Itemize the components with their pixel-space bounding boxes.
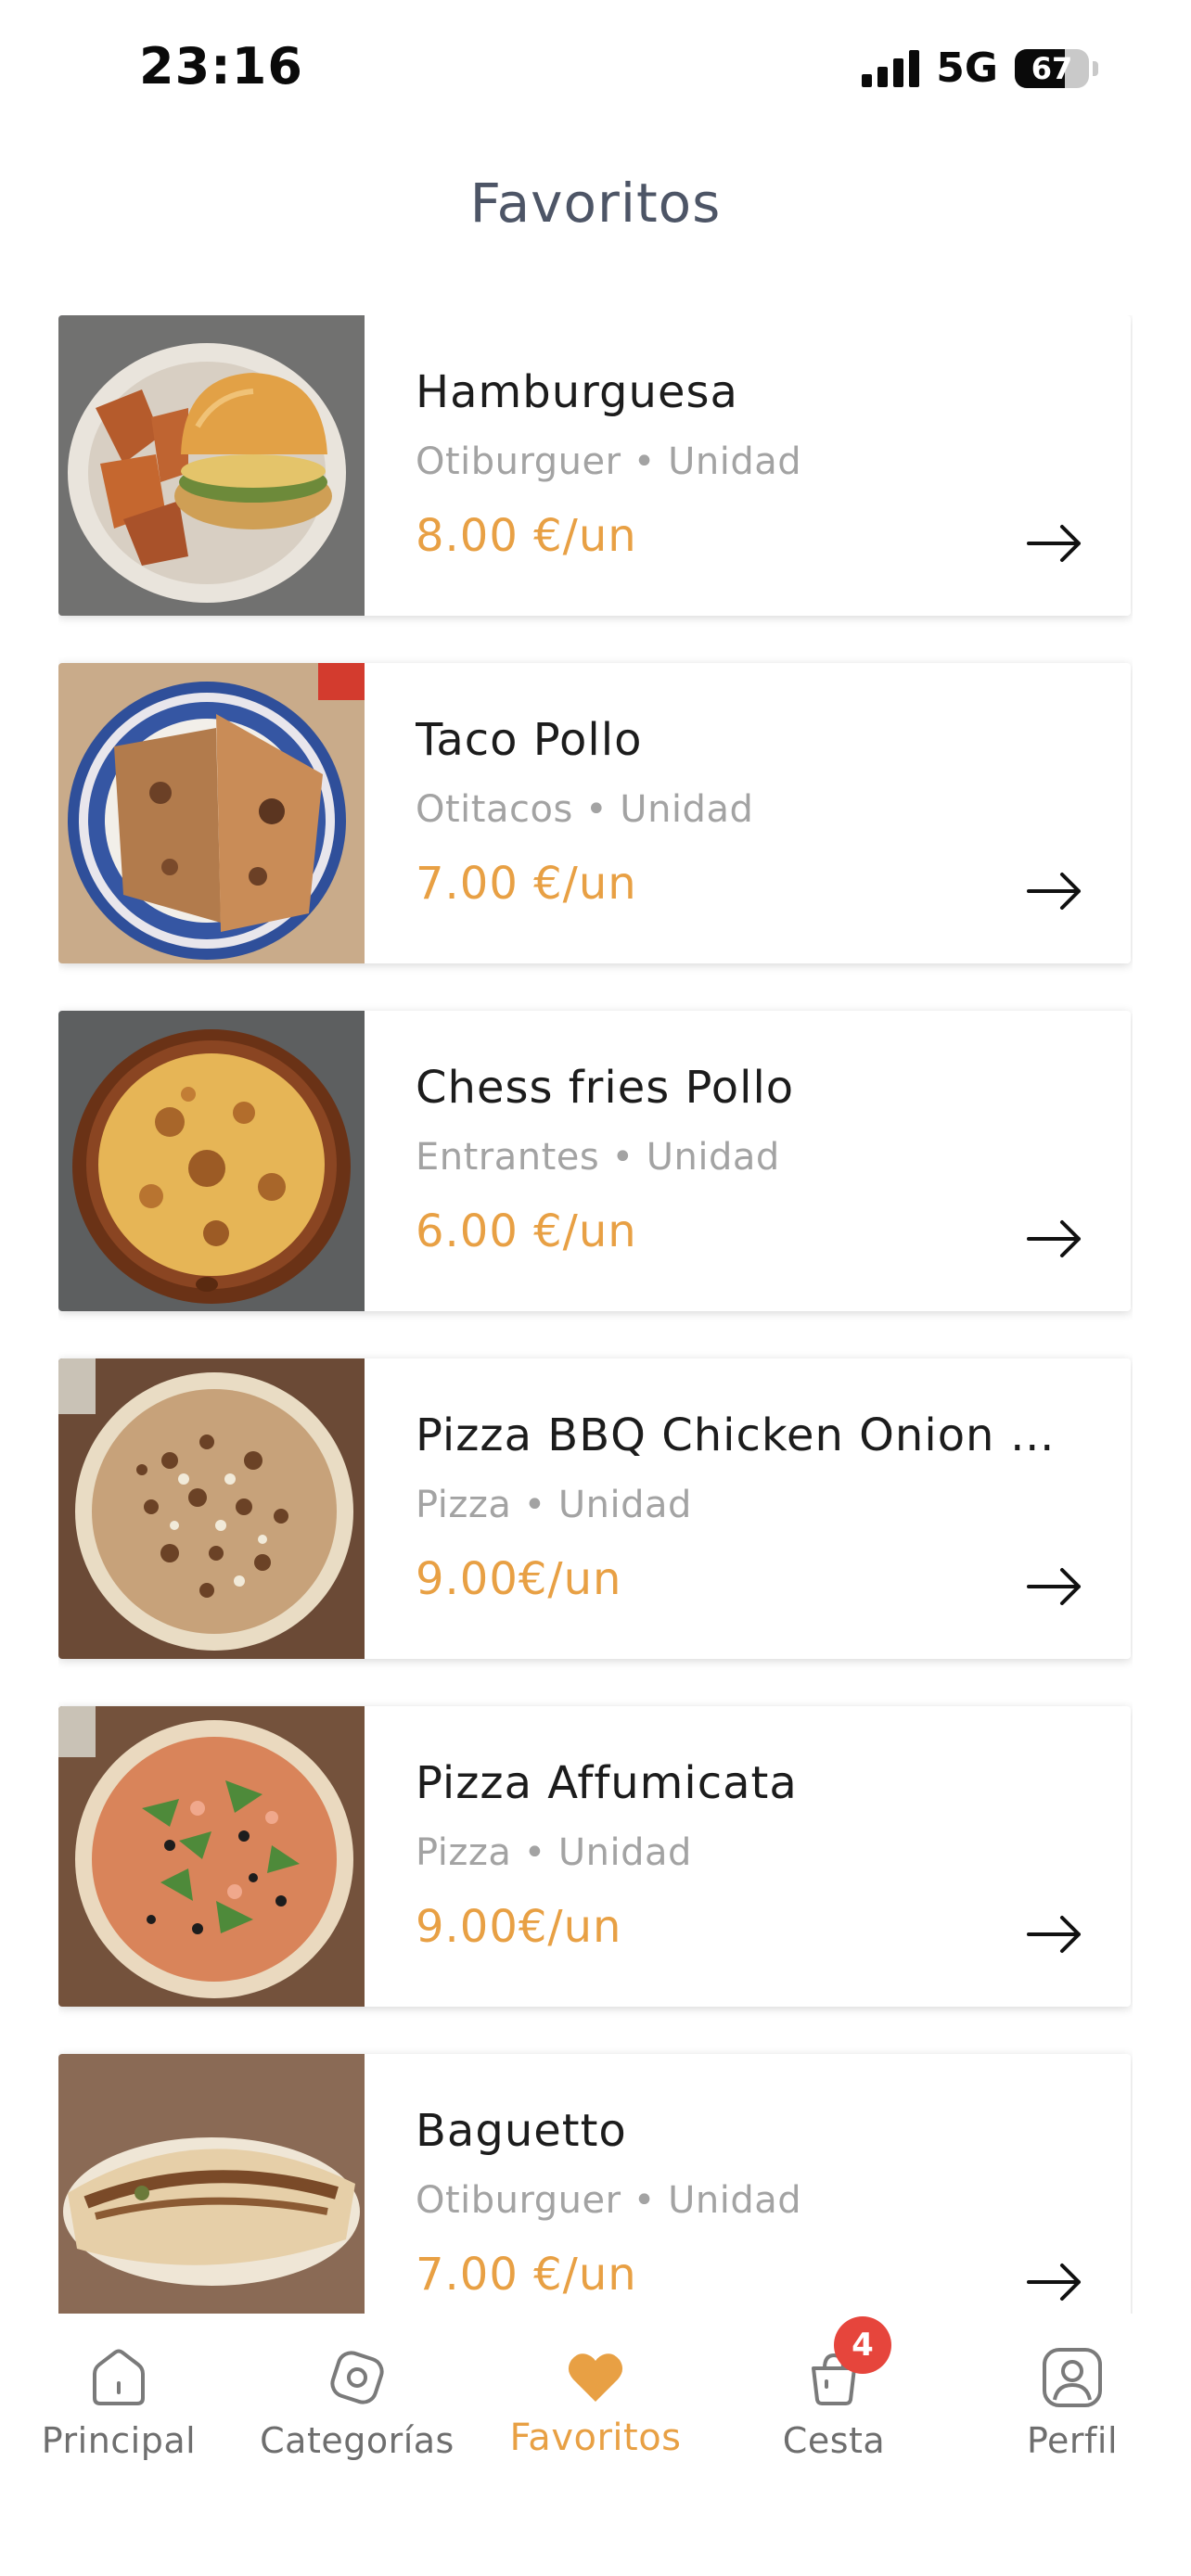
status-bar: 23:16 5G 67 — [0, 0, 1191, 139]
product-price: 9.00€/un — [416, 1553, 622, 1605]
network-type: 5G — [936, 45, 998, 92]
arrow-right-icon[interactable] — [1027, 1219, 1082, 1258]
tab-cesta[interactable]: 4 Cesta — [715, 2316, 953, 2502]
tab-label: Cesta — [782, 2420, 886, 2461]
arrow-right-icon[interactable] — [1027, 1915, 1082, 1954]
product-price: 9.00€/un — [416, 1901, 622, 1953]
home-icon — [93, 2349, 145, 2405]
product-meta: Otitacos • Unidad — [416, 788, 754, 831]
arrow-right-icon[interactable] — [1027, 2263, 1082, 2302]
tab-label: Perfil — [1026, 2420, 1119, 2461]
favorite-card[interactable]: Taco Pollo Otitacos • Unidad 7.00 €/un — [58, 663, 1131, 963]
categories-icon — [330, 2351, 384, 2404]
favorite-card-body: Taco Pollo Otitacos • Unidad 7.00 €/un — [365, 663, 1131, 963]
battery-icon: 67 — [1015, 48, 1089, 88]
battery-percent: 67 — [1031, 50, 1073, 86]
tab-bar: Principal Categorías Favoritos 4 Cesta P… — [0, 2316, 1191, 2576]
status-time: 23:16 — [139, 37, 303, 96]
product-name: Taco Pollo — [416, 714, 643, 766]
heart-icon — [568, 2353, 623, 2402]
product-meta: Pizza • Unidad — [416, 1484, 692, 1526]
favorite-card-body: Baguetto Otiburguer • Unidad 7.00 €/un — [365, 2054, 1131, 2314]
tab-label: Principal — [41, 2420, 197, 2461]
tab-principal[interactable]: Principal — [0, 2316, 237, 2502]
favorite-card[interactable]: Pizza Affumicata Pizza • Unidad 9.00€/un — [58, 1706, 1131, 2007]
product-price: 8.00 €/un — [416, 510, 637, 562]
product-name: Pizza Affumicata — [416, 1757, 798, 1809]
favorite-card[interactable]: Hamburguesa Otiburguer • Unidad 8.00 €/u… — [58, 315, 1131, 616]
product-price: 7.00 €/un — [416, 858, 637, 910]
favorites-screen: 23:16 5G 67 Favoritos Hamburguesa Otibur… — [0, 0, 1191, 2576]
status-indicators: 5G 67 — [862, 45, 1098, 92]
favorite-card-body: Pizza Affumicata Pizza • Unidad 9.00€/un — [365, 1706, 1131, 2007]
page-title: Favoritos — [469, 172, 722, 235]
favorite-card[interactable]: Baguetto Otiburguer • Unidad 7.00 €/un — [58, 2054, 1131, 2314]
product-meta: Otiburguer • Unidad — [416, 2179, 802, 2222]
favorite-card[interactable]: Chess fries Pollo Entrantes • Unidad 6.0… — [58, 1011, 1131, 1311]
favorite-card-body: Hamburguesa Otiburguer • Unidad 8.00 €/u… — [365, 315, 1131, 616]
product-image-taco — [58, 663, 365, 963]
cart-count-badge: 4 — [834, 2316, 891, 2374]
product-price: 6.00 €/un — [416, 1205, 637, 1257]
arrow-right-icon[interactable] — [1027, 1567, 1082, 1606]
product-name: Baguetto — [416, 2105, 627, 2157]
arrow-right-icon[interactable] — [1027, 872, 1082, 911]
product-meta: Pizza • Unidad — [416, 1831, 692, 1874]
favorites-list[interactable]: Hamburguesa Otiburguer • Unidad 8.00 €/u… — [58, 315, 1133, 2314]
product-meta: Entrantes • Unidad — [416, 1136, 780, 1179]
product-price: 7.00 €/un — [416, 2249, 637, 2301]
arrow-right-icon[interactable] — [1027, 524, 1082, 563]
product-meta: Otiburguer • Unidad — [416, 440, 802, 483]
tab-perfil[interactable]: Perfil — [954, 2316, 1191, 2502]
product-name: Pizza BBQ Chicken Onion Cr… — [416, 1409, 1083, 1461]
battery-cap — [1093, 60, 1098, 76]
product-image-affumicata-pizza — [58, 1706, 365, 2007]
product-name: Chess fries Pollo — [416, 1062, 795, 1114]
product-image-baguetto — [58, 2054, 365, 2314]
tab-label: Categorías — [260, 2420, 455, 2461]
product-image-bbq-pizza — [58, 1358, 365, 1659]
tab-favoritos[interactable]: Favoritos — [477, 2316, 714, 2502]
favorite-card-body: Chess fries Pollo Entrantes • Unidad 6.0… — [365, 1011, 1131, 1311]
tab-label: Favoritos — [509, 2417, 682, 2459]
profile-icon — [1043, 2348, 1102, 2407]
cellular-signal-icon — [862, 49, 920, 87]
favorite-card[interactable]: Pizza BBQ Chicken Onion Cr… Pizza • Unid… — [58, 1358, 1131, 1659]
product-image-cheese-fries — [58, 1011, 365, 1311]
product-name: Hamburguesa — [416, 366, 738, 418]
tab-categorias[interactable]: Categorías — [238, 2316, 476, 2502]
product-image-burger — [58, 315, 365, 616]
favorite-card-body: Pizza BBQ Chicken Onion Cr… Pizza • Unid… — [365, 1358, 1131, 1659]
